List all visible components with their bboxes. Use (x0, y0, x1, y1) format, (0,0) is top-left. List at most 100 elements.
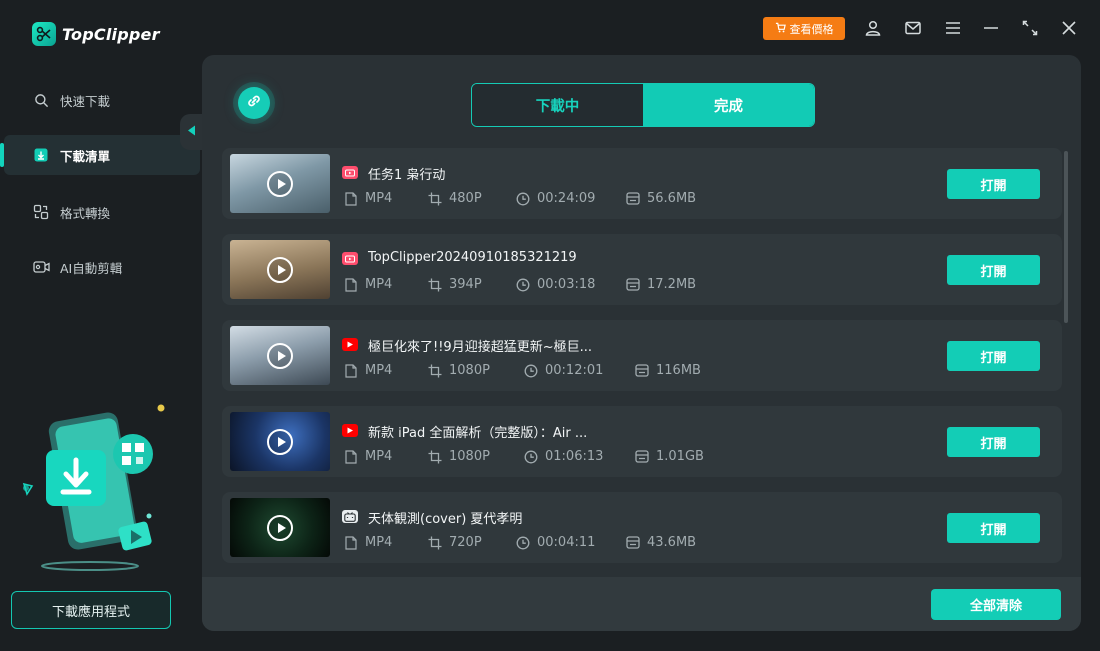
video-thumbnail[interactable] (230, 498, 330, 557)
open-button[interactable]: 打開 (947, 513, 1040, 543)
storage-icon (626, 278, 640, 292)
play-icon (267, 256, 293, 283)
list-item: TopClipper20240910185321219 MP4 394P 00:… (222, 234, 1062, 305)
clock-icon (516, 536, 530, 550)
resolution-info: 1080P (428, 449, 490, 464)
app-logo: TopClipper (32, 22, 160, 46)
format-value: MP4 (365, 449, 393, 464)
size-info: 1.01GB (635, 449, 704, 464)
duration-info: 01:06:13 (524, 449, 603, 464)
cart-icon (775, 22, 786, 36)
play-icon (267, 170, 293, 197)
tab-completed[interactable]: 完成 (643, 84, 814, 126)
tab-downloading[interactable]: 下載中 (472, 84, 643, 126)
app-name: TopClipper (62, 24, 160, 44)
size-info: 56.6MB (626, 191, 696, 206)
list-item: 天体観測(cover) 夏代孝明 MP4 720P 00:04:11 43.6M… (222, 492, 1062, 563)
clock-icon (524, 450, 538, 464)
resolution-value: 720P (449, 535, 482, 550)
minimize-icon[interactable] (981, 18, 1001, 38)
youtube-icon (342, 338, 358, 351)
size-info: 43.6MB (626, 535, 696, 550)
size-value: 1.01GB (656, 449, 704, 464)
status-tabs: 下載中 完成 (471, 83, 815, 127)
play-icon (267, 514, 293, 541)
crop-icon (428, 536, 442, 550)
maximize-icon[interactable] (1020, 18, 1040, 38)
duration-value: 01:06:13 (545, 449, 604, 464)
duration-value: 00:24:09 (537, 191, 596, 206)
file-icon (344, 449, 358, 464)
video-title: 任务1 枭行动 (368, 168, 446, 183)
storage-icon (626, 536, 640, 550)
sidebar-item-ai-edit[interactable]: AI自動剪輯 (4, 247, 200, 287)
download-app-label: 下載應用程式 (51, 604, 130, 620)
user-icon[interactable] (863, 18, 883, 38)
crop-icon (428, 450, 442, 464)
kuaishou-icon (342, 166, 358, 179)
clock-icon (524, 364, 538, 378)
sidebar-item-label: 快速下載 (60, 93, 111, 109)
list-item: 任务1 枭行动 MP4 480P 00:24:09 56.6MB 打開 (222, 148, 1062, 219)
kuaishou-icon (342, 252, 358, 265)
mail-icon[interactable] (903, 18, 923, 38)
youtube-icon (342, 424, 358, 437)
open-button[interactable]: 打開 (947, 427, 1040, 457)
size-value: 17.2MB (647, 277, 697, 292)
video-thumbnail[interactable] (230, 326, 330, 385)
format-value: MP4 (365, 191, 393, 206)
open-button[interactable]: 打開 (947, 341, 1040, 371)
sidebar-item-quick-download[interactable]: 快速下載 (4, 80, 200, 120)
resolution-info: 1080P (428, 363, 490, 378)
format-value: MP4 (365, 277, 393, 292)
format-info: MP4 (344, 535, 392, 550)
video-title: TopClipper20240910185321219 (368, 250, 577, 265)
convert-icon (32, 203, 50, 221)
sidebar-collapse-toggle[interactable] (180, 114, 202, 150)
format-info: MP4 (344, 363, 392, 378)
crop-icon (428, 364, 442, 378)
file-icon (344, 535, 358, 550)
open-button[interactable]: 打開 (947, 169, 1040, 199)
ai-edit-icon (32, 258, 50, 276)
video-title: 天体観測(cover) 夏代孝明 (368, 512, 523, 527)
open-button[interactable]: 打開 (947, 255, 1040, 285)
duration-info: 00:24:09 (516, 191, 595, 206)
resolution-value: 1080P (449, 363, 490, 378)
clock-icon (516, 192, 530, 206)
video-thumbnail[interactable] (230, 154, 330, 213)
footer-bar: 全部清除 (202, 577, 1081, 631)
scissors-logo-icon (32, 22, 56, 46)
chevron-left-icon (187, 125, 196, 139)
size-info: 116MB (635, 363, 701, 378)
duration-info: 00:04:11 (516, 535, 595, 550)
crop-icon (428, 278, 442, 292)
size-value: 43.6MB (647, 535, 697, 550)
format-value: MP4 (365, 535, 393, 550)
duration-value: 00:03:18 (537, 277, 596, 292)
format-info: MP4 (344, 191, 392, 206)
view-price-button[interactable]: 查看價格 (763, 17, 845, 40)
paste-link-button[interactable] (238, 87, 270, 119)
download-app-button[interactable]: 下載應用程式 (11, 591, 171, 629)
sidebar-item-download-list[interactable]: 下載清單 (0, 135, 200, 175)
resolution-info: 394P (428, 277, 482, 292)
size-value: 116MB (656, 363, 701, 378)
sidebar-item-label: 格式轉換 (60, 205, 111, 221)
sidebar-item-format-convert[interactable]: 格式轉換 (4, 192, 200, 232)
clear-all-button[interactable]: 全部清除 (931, 589, 1061, 620)
resolution-info: 480P (428, 191, 482, 206)
list-scrollbar[interactable] (1064, 151, 1068, 323)
video-thumbnail[interactable] (230, 412, 330, 471)
file-icon (344, 277, 358, 292)
video-thumbnail[interactable] (230, 240, 330, 299)
file-icon (344, 191, 358, 206)
resolution-info: 720P (428, 535, 482, 550)
menu-icon[interactable] (943, 18, 963, 38)
size-value: 56.6MB (647, 191, 697, 206)
link-icon (245, 92, 263, 114)
duration-value: 00:12:01 (545, 363, 604, 378)
close-icon[interactable] (1059, 18, 1079, 38)
view-price-label: 查看價格 (789, 22, 834, 36)
play-icon (267, 342, 293, 369)
